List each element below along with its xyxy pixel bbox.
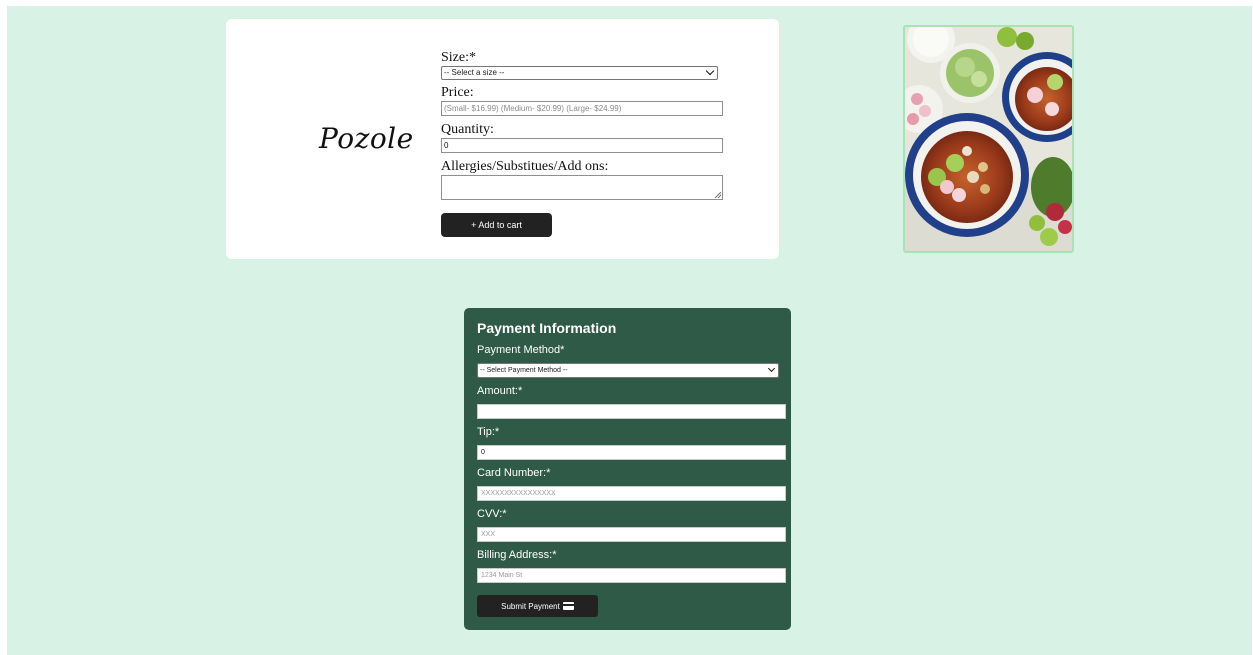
cvv-label: CVV:* <box>477 508 507 520</box>
allergies-textarea[interactable] <box>441 175 723 200</box>
quantity-label: Quantity: <box>441 122 494 137</box>
billing-address-label: Billing Address:* <box>477 549 557 561</box>
cvv-input[interactable]: XXX <box>477 527 786 542</box>
price-input[interactable]: (Small- $16.99) (Medium- $20.99) (Large-… <box>441 101 723 116</box>
resize-handle-icon[interactable] <box>715 192 721 198</box>
pozole-photo-image <box>905 27 1072 251</box>
price-label: Price: <box>441 85 474 100</box>
pozole-photo <box>903 25 1074 253</box>
tip-label: Tip:* <box>477 426 500 438</box>
order-form: Size:* -- Select a size -- Price: (Small… <box>441 50 731 242</box>
amount-label: Amount:* <box>477 385 523 397</box>
credit-card-icon <box>562 602 574 610</box>
card-number-input[interactable]: XXXXXXXXXXXXXXXX <box>477 486 786 501</box>
add-to-cart-label: + Add to cart <box>471 220 522 230</box>
chevron-down-icon <box>767 364 776 373</box>
payment-method-select[interactable]: -- Select Payment Method -- <box>477 363 779 378</box>
product-card: Pozole Size:* -- Select a size -- Price:… <box>226 19 779 259</box>
page-background: Pozole Size:* -- Select a size -- Price:… <box>7 6 1252 655</box>
size-select[interactable]: -- Select a size -- <box>441 66 718 80</box>
tip-input[interactable]: 0 <box>477 445 786 460</box>
chevron-down-icon <box>705 66 715 76</box>
payment-method-value: -- Select Payment Method -- <box>480 367 568 374</box>
payment-method-label: Payment Method* <box>477 344 565 356</box>
card-number-label: Card Number:* <box>477 467 551 479</box>
size-select-value: -- Select a size -- <box>444 68 505 77</box>
add-to-cart-button[interactable]: + Add to cart <box>441 213 552 237</box>
allergies-label: Allergies/Substitues/Add ons: <box>441 159 609 174</box>
payment-title: Payment Information <box>477 320 617 336</box>
submit-payment-button[interactable]: Submit Payment <box>477 595 598 617</box>
size-label: Size:* <box>441 50 476 65</box>
amount-input[interactable] <box>477 404 786 419</box>
product-name: Pozole <box>319 122 414 155</box>
submit-payment-label: Submit Payment <box>501 601 560 611</box>
billing-address-input[interactable]: 1234 Main St <box>477 568 786 583</box>
quantity-input[interactable]: 0 <box>441 138 723 153</box>
payment-card: Payment Information Payment Method* -- S… <box>464 308 791 630</box>
